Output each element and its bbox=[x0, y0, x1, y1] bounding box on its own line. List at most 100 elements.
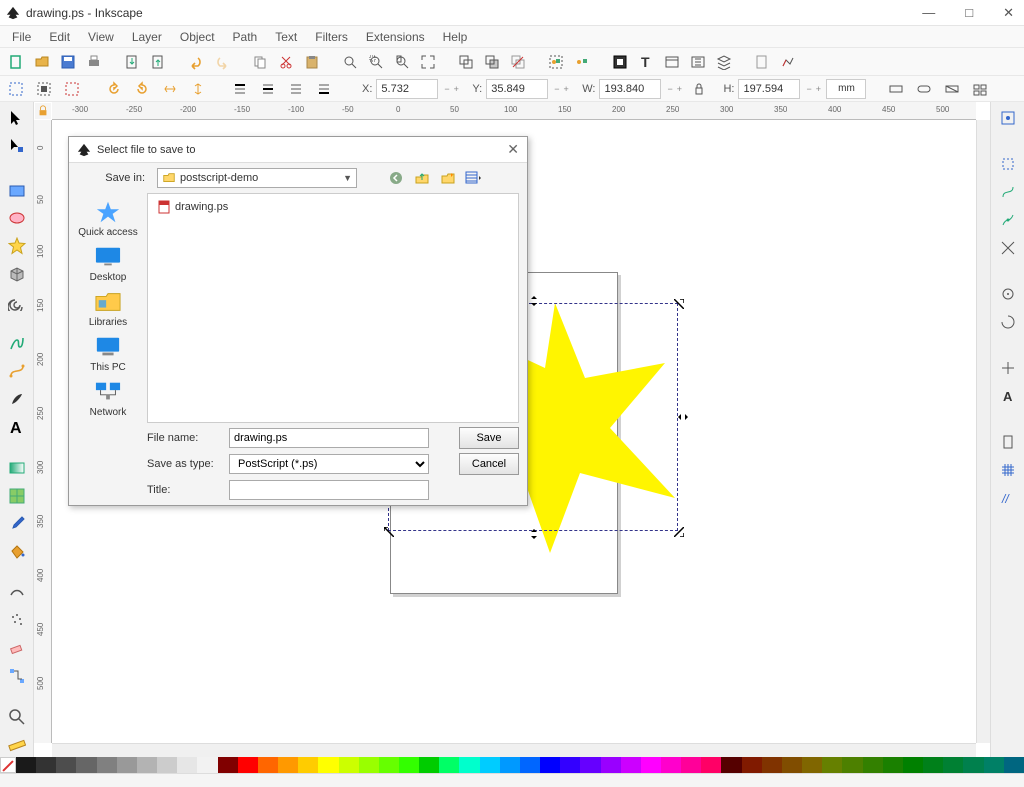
affect-rx-button[interactable] bbox=[912, 77, 936, 101]
pencil-tool[interactable] bbox=[4, 331, 30, 355]
swatch[interactable] bbox=[197, 757, 217, 773]
handle-n[interactable] bbox=[529, 296, 539, 306]
group-button[interactable] bbox=[544, 50, 568, 74]
snap-misc1[interactable] bbox=[995, 356, 1021, 380]
y-field[interactable]: 35.849 bbox=[486, 79, 548, 99]
snap-toggle[interactable] bbox=[995, 106, 1021, 130]
swatch[interactable] bbox=[842, 757, 862, 773]
snap-grid[interactable] bbox=[995, 458, 1021, 482]
paste-button[interactable] bbox=[300, 50, 324, 74]
window-close[interactable]: ✕ bbox=[999, 3, 1018, 23]
prefs-button[interactable] bbox=[750, 50, 774, 74]
swatch[interactable] bbox=[984, 757, 1004, 773]
swatch[interactable] bbox=[621, 757, 641, 773]
handle-s[interactable] bbox=[529, 529, 539, 539]
swatch[interactable] bbox=[157, 757, 177, 773]
ruler-vertical[interactable]: 050100150200250300350400450500 bbox=[34, 120, 52, 743]
swatch[interactable] bbox=[76, 757, 96, 773]
zoom-page-button[interactable] bbox=[390, 50, 414, 74]
rotate-ccw-button[interactable] bbox=[102, 77, 126, 101]
text-tool-button[interactable]: T bbox=[634, 50, 658, 74]
swatch[interactable] bbox=[560, 757, 580, 773]
swatch[interactable] bbox=[580, 757, 600, 773]
lower-button[interactable] bbox=[284, 77, 308, 101]
snap-text[interactable]: A bbox=[995, 384, 1021, 408]
nav-up-button[interactable] bbox=[413, 169, 431, 187]
menu-edit[interactable]: Edit bbox=[41, 28, 78, 46]
undo-button[interactable] bbox=[184, 50, 208, 74]
swatch[interactable] bbox=[379, 757, 399, 773]
swatch[interactable] bbox=[802, 757, 822, 773]
y-spinner[interactable]: −+ bbox=[552, 84, 570, 94]
swatch[interactable] bbox=[883, 757, 903, 773]
snap-bbox[interactable] bbox=[995, 152, 1021, 176]
connector-tool[interactable] bbox=[4, 664, 30, 688]
swatch[interactable] bbox=[480, 757, 500, 773]
import-button[interactable] bbox=[120, 50, 144, 74]
swatch[interactable] bbox=[439, 757, 459, 773]
swatch[interactable] bbox=[459, 757, 479, 773]
raise-button[interactable] bbox=[256, 77, 280, 101]
swatch[interactable] bbox=[298, 757, 318, 773]
save-button[interactable] bbox=[56, 50, 80, 74]
place-desktop[interactable]: Desktop bbox=[73, 244, 143, 283]
new-folder-button[interactable] bbox=[439, 169, 457, 187]
swatch[interactable] bbox=[1004, 757, 1024, 773]
snap-intersect[interactable] bbox=[995, 236, 1021, 260]
snap-path[interactable] bbox=[995, 208, 1021, 232]
bezier-tool[interactable] bbox=[4, 359, 30, 383]
swatch[interactable] bbox=[117, 757, 137, 773]
swatch[interactable] bbox=[359, 757, 379, 773]
place-thispc[interactable]: This PC bbox=[73, 334, 143, 373]
swatch[interactable] bbox=[822, 757, 842, 773]
snap-page[interactable] bbox=[995, 430, 1021, 454]
h-spinner[interactable]: −+ bbox=[804, 84, 822, 94]
swatch[interactable] bbox=[742, 757, 762, 773]
place-network[interactable]: Network bbox=[73, 379, 143, 418]
lock-ratio-button[interactable] bbox=[687, 77, 711, 101]
export-button[interactable] bbox=[146, 50, 170, 74]
lower-bottom-button[interactable] bbox=[312, 77, 336, 101]
menu-path[interactable]: Path bbox=[225, 28, 266, 46]
xml-button[interactable] bbox=[660, 50, 684, 74]
snap-rotation[interactable] bbox=[995, 310, 1021, 334]
flip-v-button[interactable] bbox=[186, 77, 210, 101]
menu-view[interactable]: View bbox=[80, 28, 122, 46]
mesh-tool[interactable] bbox=[4, 484, 30, 508]
type-select[interactable]: PostScript (*.ps) bbox=[229, 454, 429, 474]
affect-pattern-button[interactable] bbox=[968, 77, 992, 101]
3dbox-tool[interactable] bbox=[4, 262, 30, 286]
select-all-layers-button[interactable] bbox=[4, 77, 28, 101]
ellipse-tool[interactable] bbox=[4, 206, 30, 230]
zoom-tool[interactable] bbox=[4, 705, 30, 729]
vertical-scrollbar[interactable] bbox=[976, 120, 990, 743]
menu-filters[interactable]: Filters bbox=[307, 28, 356, 46]
h-field[interactable]: 197.594 bbox=[738, 79, 800, 99]
swatch[interactable] bbox=[218, 757, 238, 773]
swatch[interactable] bbox=[500, 757, 520, 773]
swatch[interactable] bbox=[903, 757, 923, 773]
swatch[interactable] bbox=[137, 757, 157, 773]
place-quickaccess[interactable]: Quick access bbox=[73, 199, 143, 238]
eraser-tool[interactable] bbox=[4, 636, 30, 660]
fullscreen-button[interactable] bbox=[416, 50, 440, 74]
print-button[interactable] bbox=[82, 50, 106, 74]
rect-tool[interactable] bbox=[4, 179, 30, 203]
swatch[interactable] bbox=[318, 757, 338, 773]
rotate-cw-button[interactable] bbox=[130, 77, 154, 101]
color-palette[interactable] bbox=[0, 757, 1024, 773]
swatch[interactable] bbox=[863, 757, 883, 773]
menu-file[interactable]: File bbox=[4, 28, 39, 46]
file-list[interactable]: drawing.ps bbox=[147, 193, 519, 423]
doc-props-button[interactable] bbox=[776, 50, 800, 74]
unit-select[interactable]: mm bbox=[826, 79, 866, 99]
dropper-tool[interactable] bbox=[4, 512, 30, 536]
swatch[interactable] bbox=[16, 757, 36, 773]
zoom-draw-button[interactable] bbox=[364, 50, 388, 74]
clone-button[interactable] bbox=[480, 50, 504, 74]
dialog-save-button[interactable]: Save bbox=[459, 427, 519, 449]
dialog-close-button[interactable]: ✕ bbox=[507, 141, 519, 158]
gradient-tool[interactable] bbox=[4, 456, 30, 480]
menu-extensions[interactable]: Extensions bbox=[358, 28, 433, 46]
swatch[interactable] bbox=[540, 757, 560, 773]
